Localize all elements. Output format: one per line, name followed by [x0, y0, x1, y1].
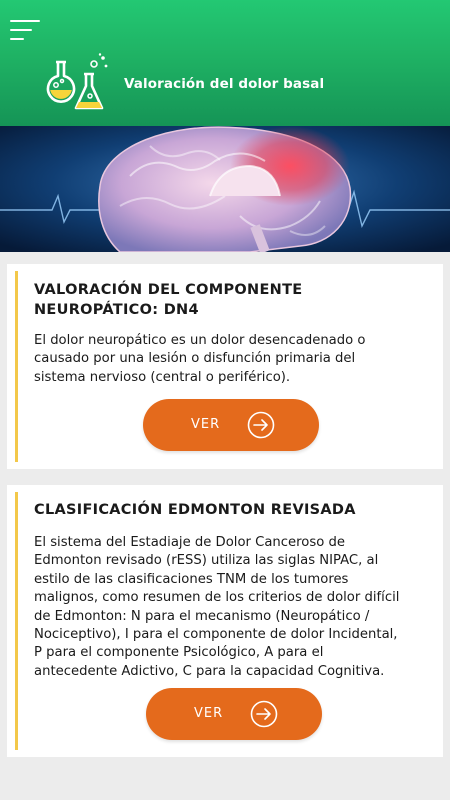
app-header: Valoración del dolor basal	[0, 0, 450, 126]
card-description: El sistema del Estadiaje de Dolor Cancer…	[34, 535, 400, 679]
card-dn4: VALORACIÓN DEL COMPONENTE NEUROPÁTICO: D…	[7, 264, 443, 469]
ver-button-label: VER	[194, 706, 224, 721]
ver-button[interactable]: VER	[146, 688, 322, 740]
brain-banner-image	[0, 126, 450, 252]
card-accent-bar	[15, 271, 18, 462]
card-description: El dolor neuropático es un dolor desenca…	[34, 333, 366, 385]
card-accent-bar	[15, 492, 18, 750]
card-edmonton: CLASIFICACIÓN EDMONTON REVISADA El siste…	[7, 485, 443, 757]
page-title: Valoración del dolor basal	[124, 76, 325, 92]
card-title: CLASIFICACIÓN EDMONTON REVISADA	[34, 502, 356, 518]
card-title: VALORACIÓN DEL COMPONENTE NEUROPÁTICO: D…	[34, 282, 303, 318]
ver-button[interactable]: VER	[143, 399, 319, 451]
lab-flasks-icon	[46, 53, 108, 110]
ver-button-label: VER	[191, 417, 221, 432]
arrow-right-circle-icon	[250, 700, 278, 728]
hamburger-menu-icon[interactable]	[10, 18, 42, 44]
arrow-right-circle-icon	[247, 411, 275, 439]
